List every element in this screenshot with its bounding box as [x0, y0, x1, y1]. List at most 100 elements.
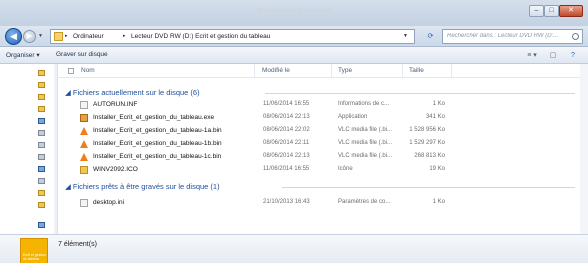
recent-pages-dropdown[interactable]: ▼: [38, 33, 43, 39]
file-type: Paramètres de co...: [338, 199, 391, 205]
file-size: 1 Ko: [432, 101, 445, 107]
item-count: 7 élément(s): [58, 241, 97, 248]
folder-icon: [38, 94, 45, 100]
file-row[interactable]: desktop.ini 21/10/2013 16:43 Paramètres …: [75, 198, 445, 208]
details-pane: Ecrit et gestion du tableau 7 élément(s): [0, 234, 588, 263]
burn-to-disc-button[interactable]: Graver sur disque: [56, 51, 108, 58]
folder-icon: [38, 190, 45, 196]
search-icon[interactable]: [572, 33, 579, 40]
file-type: Icône: [338, 166, 353, 172]
network-icon: [38, 222, 45, 228]
folder-icon: [38, 202, 45, 208]
column-divider[interactable]: [331, 64, 332, 77]
group-header-ready-to-burn[interactable]: ◢ Fichiers prêts à être gravés sur le di…: [65, 182, 220, 191]
nav-pane-item[interactable]: [38, 118, 46, 125]
breadcrumb-computer[interactable]: Ordinateur: [73, 33, 104, 40]
column-header-row: Nom Modifié le Type Taille: [59, 64, 588, 78]
search-input[interactable]: Rechercher dans : Lecteur DVD RW (D:...: [447, 33, 573, 39]
column-divider[interactable]: [254, 64, 255, 77]
nav-pane-item[interactable]: [38, 130, 46, 137]
folder-icon: [54, 32, 63, 41]
column-header-modified[interactable]: Modifié le: [262, 67, 290, 74]
nav-pane-item[interactable]: [38, 166, 46, 173]
file-name: desktop.ini: [93, 199, 125, 206]
file-type: Application: [338, 114, 368, 120]
file-row[interactable]: Installer_Ecrit_et_gestion_du_tableau-1a…: [75, 126, 445, 136]
file-size: 1 Ko: [432, 199, 445, 205]
close-button[interactable]: ✕: [559, 5, 583, 17]
navigation-bar: ◀ ▶ ▼ ▸ Ordinateur ▸ Lecteur DVD RW (D:)…: [0, 26, 588, 47]
title-bar: Bibliothèque Documents – □ ✕: [0, 0, 588, 26]
file-size: 341 Ko: [425, 114, 445, 120]
file-type: VLC media file (.bi...: [338, 127, 393, 133]
vlc-cone-icon: [80, 140, 88, 148]
column-header-type[interactable]: Type: [338, 67, 352, 74]
collapse-arrow-icon[interactable]: ◢: [65, 88, 71, 97]
column-header-name[interactable]: Nom: [81, 67, 95, 74]
file-name: WINV2092.ICO: [93, 166, 138, 173]
maximize-button[interactable]: □: [544, 5, 559, 17]
nav-pane-item[interactable]: [38, 190, 46, 197]
nav-pane-item[interactable]: [38, 154, 46, 161]
group-header-on-disc[interactable]: ◢ Fichiers actuellement sur le disque (6…: [65, 88, 200, 97]
file-row[interactable]: Installer_Ecrit_et_gestion_du_tableau-1c…: [75, 152, 445, 162]
file-modified: 08/06/2014 22:13: [263, 114, 310, 120]
select-all-checkbox[interactable]: [68, 68, 74, 74]
breadcrumb-separator-icon[interactable]: ▸: [123, 33, 126, 39]
group-label: Fichiers prêts à être gravés sur le disq…: [72, 182, 220, 191]
column-divider[interactable]: [402, 64, 403, 77]
file-size: 1 528 956 Ko: [409, 127, 445, 133]
nav-pane-item[interactable]: [38, 70, 46, 77]
nav-pane-item[interactable]: [38, 142, 46, 149]
ico-file-icon: [80, 166, 88, 174]
group-label: Fichiers actuellement sur le disque (6): [72, 88, 200, 97]
back-button[interactable]: ◀: [5, 28, 22, 45]
file-modified: 21/10/2013 16:43: [263, 199, 310, 205]
nav-pane-scrollbar[interactable]: [54, 64, 57, 234]
refresh-button[interactable]: ⟳: [424, 31, 437, 43]
search-box[interactable]: Rechercher dans : Lecteur DVD RW (D:...: [442, 29, 583, 44]
nav-pane-item[interactable]: [38, 178, 46, 185]
vlc-cone-icon: [80, 153, 88, 161]
drive-icon: [38, 142, 45, 148]
forward-button[interactable]: ▶: [23, 30, 36, 43]
file-row[interactable]: Installer_Ecrit_et_gestion_du_tableau-1b…: [75, 139, 445, 149]
file-name: Installer_Ecrit_et_gestion_du_tableau-1c…: [93, 153, 222, 160]
nav-pane-item[interactable]: [38, 94, 46, 101]
arrow-left-icon: ◀: [10, 31, 17, 41]
nav-pane-item[interactable]: [38, 222, 46, 229]
file-name: Installer_Ecrit_et_gestion_du_tableau-1b…: [93, 140, 222, 147]
address-dropdown-icon[interactable]: ▼: [403, 33, 408, 39]
file-list-scrollbar[interactable]: [580, 64, 588, 234]
file-name: Installer_Ecrit_et_gestion_du_tableau.ex…: [93, 114, 215, 121]
computer-icon: [38, 118, 45, 124]
file-type: VLC media file (.bi...: [338, 140, 393, 146]
drive-icon: [38, 178, 45, 184]
breadcrumb-separator-icon[interactable]: ▸: [65, 33, 68, 39]
file-type: Informations de c...: [338, 101, 390, 107]
nav-pane-item[interactable]: [38, 202, 46, 209]
nav-pane-item[interactable]: [38, 106, 46, 113]
file-row[interactable]: Installer_Ecrit_et_gestion_du_tableau.ex…: [75, 113, 445, 123]
folder-icon: [38, 106, 45, 112]
file-row[interactable]: WINV2092.ICO 11/06/2014 16:55 Icône 19 K…: [75, 165, 445, 175]
organize-button[interactable]: Organiser ▾: [6, 51, 40, 59]
change-view-icon[interactable]: ≡ ▾: [524, 51, 540, 60]
file-row[interactable]: AUTORUN.INF 11/06/2014 16:55 Information…: [75, 100, 445, 110]
nav-pane-item[interactable]: [38, 82, 46, 89]
file-modified: 08/06/2014 22:11: [263, 140, 310, 146]
drive-icon: [38, 154, 45, 160]
collapse-arrow-icon[interactable]: ◢: [65, 182, 71, 191]
breadcrumb-dvd-drive[interactable]: Lecteur DVD RW (D:) Ecrit et gestion du …: [131, 33, 270, 40]
column-divider[interactable]: [451, 64, 452, 77]
file-size: 268 813 Ko: [414, 153, 445, 159]
minimize-button[interactable]: –: [529, 5, 544, 17]
help-icon[interactable]: ?: [568, 51, 578, 60]
preview-pane-icon[interactable]: ▢: [548, 51, 558, 60]
folder-icon: [38, 70, 45, 76]
address-bar[interactable]: ▸ Ordinateur ▸ Lecteur DVD RW (D:) Ecrit…: [50, 29, 415, 44]
column-header-size[interactable]: Taille: [409, 67, 424, 74]
file-name: AUTORUN.INF: [93, 101, 138, 108]
file-size: 1 529 297 Ko: [409, 140, 445, 146]
group-divider: [265, 93, 575, 94]
